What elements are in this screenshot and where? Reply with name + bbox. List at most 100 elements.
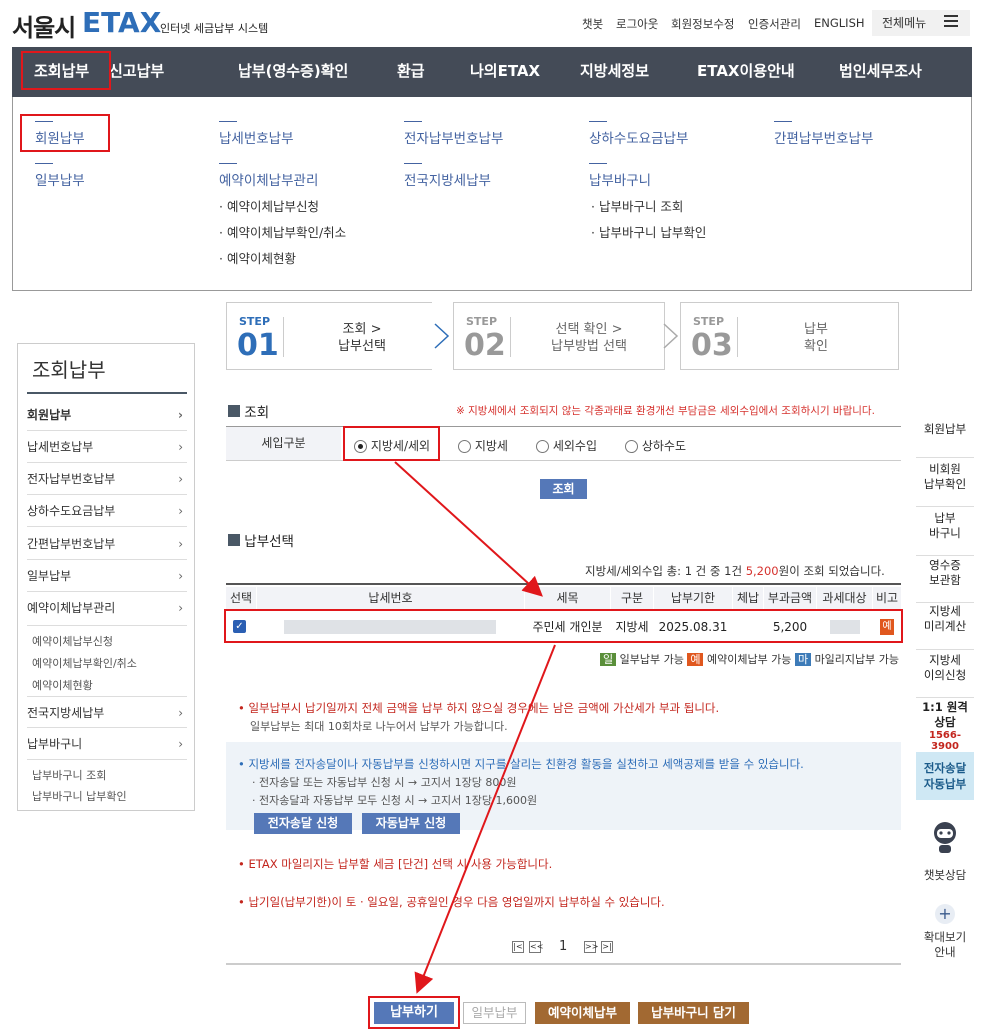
highlight-gnb [21, 51, 111, 90]
lnb-item-label: 예약이체납부관리 [27, 601, 116, 615]
col-header-note: 비고 [873, 587, 901, 609]
util-logout[interactable]: 로그아웃 [616, 16, 658, 32]
gnb-corp-audit[interactable]: 법인세무조사 [839, 47, 922, 97]
logo-etax[interactable]: ETAX [82, 6, 161, 39]
reserve-pay-button[interactable]: 예약이체납부 [535, 1002, 630, 1024]
step-number: 03 [691, 328, 733, 363]
step-text-2: 납부방법 선택 [551, 339, 627, 354]
search-button[interactable]: 조회 [540, 479, 587, 499]
pager-first-button[interactable]: |< [512, 941, 524, 953]
mega-basket-view[interactable]: · 납부바구니 조회 [591, 196, 683, 215]
util-english[interactable]: ENGLISH [814, 16, 865, 30]
lnb-item-easy[interactable]: 간편납부번호납부 › [27, 528, 187, 560]
hamburger-icon[interactable] [944, 15, 958, 27]
mega-basket[interactable]: 납부바구니 [589, 169, 651, 189]
divider [27, 392, 187, 394]
lnb-item-national[interactable]: 전국지방세납부 › [27, 696, 187, 728]
radio-local[interactable]: 지방세 [458, 437, 508, 454]
quick-chatbot[interactable]: 챗봇상담 [916, 867, 974, 883]
mega-partial-pay[interactable]: 일부납부 [35, 169, 85, 189]
mega-reserve-check[interactable]: · 예약이체납부확인/취소 [219, 222, 346, 241]
lnb-item-label: 납세번호납부 [27, 440, 94, 454]
quick-zoom-guide[interactable]: 확대보기 안내 [916, 930, 974, 960]
note-2-sub2: · 전자송달과 자동납부 모두 신청 시 → 고지서 1장당 1,600원 [252, 794, 538, 807]
lnb-item-taxno[interactable]: 납세번호납부 › [27, 431, 187, 463]
lnb-sub-basket-confirm[interactable]: 납부바구니 납부확인 [32, 788, 127, 804]
util-chatbot[interactable]: 챗봇 [582, 16, 603, 32]
radio-nontax[interactable]: 세외수입 [536, 437, 597, 454]
mega-taxno-pay[interactable]: 납세번호납부 [219, 127, 294, 147]
mega-water-pay[interactable]: 상하수도요금납부 [589, 127, 688, 147]
mega-basket-confirm[interactable]: · 납부바구니 납부확인 [591, 222, 706, 241]
quick-receipt-box[interactable]: 영수증 보관함 [916, 558, 974, 603]
quick-nonmember[interactable]: 비회원 납부확인 [916, 462, 974, 507]
pager-last-button[interactable]: >| [601, 941, 613, 953]
chatbot-icon[interactable] [930, 820, 960, 854]
util-member-edit[interactable]: 회원정보수정 [671, 16, 734, 32]
divider [510, 317, 511, 357]
auto-pay-apply-button[interactable]: 자동납부 신청 [362, 813, 460, 834]
note-2: • 지방세를 전자송달이나 자동납부를 신청하시면 지구를 살리는 친환경 활동… [238, 757, 804, 771]
gnb-report-pay[interactable]: 신고납부 [109, 47, 164, 97]
lnb-item-label: 회원납부 [27, 408, 72, 422]
util-cert[interactable]: 인증서관리 [748, 16, 801, 32]
quick-esong-auto[interactable]: 전자송달 자동납부 [916, 752, 974, 800]
legend: 일 일부납부 가능 예 예약이체납부 가능 마 마일리지납부 가능 [600, 651, 899, 667]
quick-objection[interactable]: 지방세 이의신청 [916, 653, 974, 698]
pager-prev-button[interactable]: << [529, 941, 543, 953]
logo-text[interactable]: 서울시 [12, 8, 76, 43]
lnb-item-reserve[interactable]: 예약이체납부관리 › [27, 592, 187, 624]
mega-reserve-apply[interactable]: · 예약이체납부신청 [219, 196, 319, 215]
gnb-etax-guide[interactable]: ETAX이용안내 [697, 47, 795, 97]
quick-member-pay[interactable]: 회원납부 [916, 422, 974, 458]
gnb-local-tax-info[interactable]: 지방세정보 [580, 47, 649, 97]
esong-apply-button[interactable]: 전자송달 신청 [254, 813, 352, 834]
radio-icon[interactable] [458, 440, 471, 453]
mega-reserve-mgmt[interactable]: 예약이체납부관리 [219, 169, 318, 189]
step-1: STEP 01 조회 > 납부선택 [226, 302, 436, 370]
pager-next-button[interactable]: >> [584, 941, 598, 953]
lnb-sub-reserve-apply[interactable]: 예약이체납부신청 [32, 633, 113, 649]
lnb-title: 조회납부 [32, 358, 106, 382]
legend-badge-mileage: 마 [794, 653, 812, 666]
pager-current[interactable]: 1 [559, 939, 567, 954]
radio-water[interactable]: 상하수도 [625, 437, 686, 454]
mega-easy-pay[interactable]: 간편납부번호납부 [774, 127, 873, 147]
divider [737, 317, 738, 357]
main-nav: 조회납부 신고납부 납부(영수증)확인 환급 나의ETAX 지방세정보 ETAX… [12, 47, 972, 97]
gnb-my-etax[interactable]: 나의ETAX [470, 47, 540, 97]
lnb-sub-reserve-check[interactable]: 예약이체납부확인/취소 [32, 655, 137, 671]
lnb-item-basket[interactable]: 납부바구니 › [27, 728, 187, 760]
col-header-type: 구분 [611, 587, 653, 609]
divider [226, 963, 901, 965]
gnb-refund[interactable]: 환급 [397, 47, 425, 97]
lnb-item-epay[interactable]: 전자납부번호납부 › [27, 463, 187, 495]
zoom-plus-icon[interactable]: + [935, 904, 955, 924]
left-nav: 조회납부 회원납부 › 납세번호납부 › 전자납부번호납부 › 상하수도요금납부 › 간… [17, 343, 195, 811]
lnb-item-water[interactable]: 상하수도요금납부 › [27, 495, 187, 527]
radio-icon[interactable] [625, 440, 638, 453]
lnb-item-partial[interactable]: 일부납부 › [27, 560, 187, 592]
step-number: 02 [464, 328, 506, 363]
chevron-right-icon: › [178, 537, 183, 551]
quick-tax-calc[interactable]: 지방세 미리계산 [916, 604, 974, 650]
partial-pay-button[interactable]: 일부납부 [463, 1002, 526, 1024]
mega-reserve-status[interactable]: · 예약이체현황 [219, 248, 296, 267]
quick-remote-support[interactable]: 1:1 원격 상담 [916, 700, 974, 730]
divider [283, 317, 284, 357]
add-basket-button[interactable]: 납부바구니 담기 [638, 1002, 749, 1024]
radio-label: 지방세 [474, 439, 508, 453]
legend-text: 예약이체납부 가능 [706, 653, 792, 666]
step-text: 납부 확인 [751, 321, 881, 355]
lnb-sub-basket-view[interactable]: 납부바구니 조회 [32, 767, 106, 783]
gnb-receipt[interactable]: 납부(영수증)확인 [238, 47, 348, 97]
step-number: 01 [237, 328, 279, 363]
radio-icon[interactable] [536, 440, 549, 453]
chevron-right-icon: › [178, 472, 183, 486]
mega-national-tax[interactable]: 전국지방세납부 [404, 169, 491, 189]
quick-basket[interactable]: 납부 바구니 [916, 511, 974, 556]
chevron-right-icon: › [178, 408, 183, 422]
lnb-item-member[interactable]: 회원납부 › [27, 399, 187, 431]
lnb-sub-reserve-status[interactable]: 예약이체현황 [32, 677, 93, 693]
mega-epay-no[interactable]: 전자납부번호납부 [404, 127, 503, 147]
